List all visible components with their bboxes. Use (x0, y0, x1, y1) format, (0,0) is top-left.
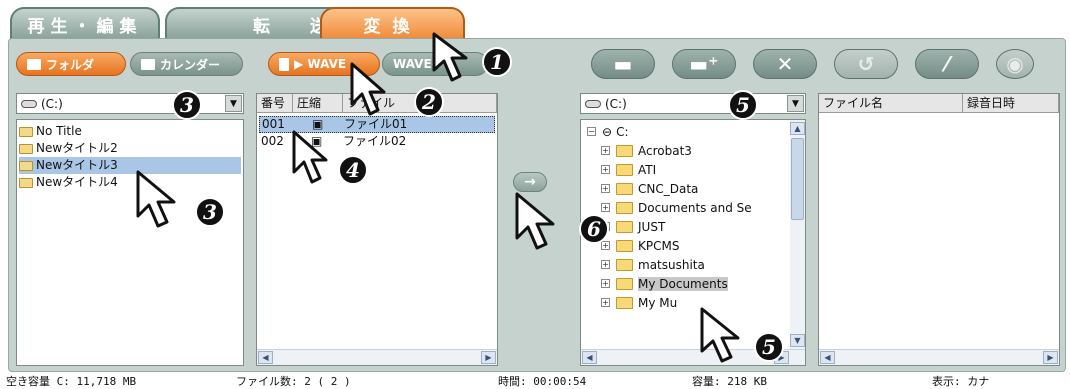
time: 時間: 00:00:54 (498, 375, 587, 388)
dest-list-header: ファイル名 録音日時 (819, 94, 1059, 113)
folder-icon (19, 177, 33, 188)
expand-icon[interactable]: + (601, 165, 610, 174)
expand-icon[interactable]: + (601, 184, 610, 193)
pointer-cursor-icon (350, 62, 386, 116)
drive-icon (585, 99, 601, 108)
col-compression[interactable]: 圧縮 (293, 94, 343, 112)
marker-5-second: 5 (754, 332, 784, 362)
file-icon (279, 57, 289, 71)
tree-vscroll[interactable]: ▲ ▼ (790, 120, 805, 349)
left-drive-select[interactable]: (C:) ▼ (16, 93, 244, 114)
calendar-icon (141, 58, 155, 70)
delete-icon[interactable]: ✕ (753, 49, 817, 79)
scroll-left-icon[interactable]: ◀ (258, 351, 273, 364)
folder-item[interactable]: Newタイトル4 (19, 174, 241, 191)
expand-icon[interactable]: + (601, 241, 610, 250)
tree-item[interactable]: + CNC_Data (601, 179, 787, 198)
scroll-down-icon[interactable]: ▼ (790, 334, 805, 347)
col-number[interactable]: 番号 (257, 94, 293, 112)
pointer-cursor-icon (432, 32, 468, 82)
dropdown-arrow-icon[interactable]: ▼ (225, 95, 242, 112)
scroll-up-icon[interactable]: ▲ (790, 122, 805, 135)
tree-drive-select[interactable]: (C:) ▼ (580, 93, 806, 114)
collapse-icon[interactable]: − (587, 127, 596, 136)
dest-file-list[interactable]: ファイル名 録音日時 ◀ ▶ (818, 93, 1060, 366)
marker-3-second: 3 (195, 197, 225, 227)
folder-icon (616, 163, 633, 176)
pointer-cursor-icon (700, 307, 740, 363)
folder-icon (19, 160, 33, 171)
expand-icon[interactable]: + (601, 279, 610, 288)
expand-icon[interactable]: + (601, 146, 610, 155)
expand-icon[interactable]: + (601, 298, 610, 307)
tree-item-highlighted[interactable]: + My Documents (601, 274, 787, 293)
folder-icon (616, 220, 633, 233)
folder-item[interactable]: Newタイトル2 (19, 140, 241, 157)
folder-icon (19, 143, 33, 154)
drive-icon: ⊖ (602, 124, 613, 139)
folder-item[interactable]: No Title (19, 123, 241, 140)
folder-item-selected[interactable]: Newタイトル3 (19, 157, 241, 174)
folder-d-icon[interactable]: ▬ (591, 49, 655, 79)
dest-hscroll[interactable]: ◀ ▶ (819, 349, 1059, 365)
tree-item[interactable]: + Documents and Se (601, 198, 787, 217)
disc-icon[interactable]: ◉ (996, 49, 1034, 79)
folder-icon (19, 126, 33, 137)
scroll-right-icon[interactable]: ▶ (1043, 351, 1058, 364)
marker-4: 4 (338, 155, 368, 185)
folder-view-button[interactable]: フォルダ (16, 52, 126, 76)
marker-6: 6 (579, 214, 609, 244)
pointer-cursor-icon (515, 192, 555, 250)
marker-5: 5 (728, 90, 758, 120)
calendar-view-button[interactable]: カレンダー (130, 52, 243, 76)
col-record-date[interactable]: 録音日時 (963, 94, 1059, 112)
capacity: 容量: 218 KB (692, 375, 767, 388)
tree-item[interactable]: +JUST (601, 217, 787, 236)
tree-root[interactable]: − ⊖ C: (587, 122, 787, 141)
folder-icon (616, 144, 633, 157)
rename-icon[interactable]: ⁄ (915, 49, 979, 79)
dropdown-arrow-icon[interactable]: ▼ (787, 95, 804, 112)
folder-tree[interactable]: − ⊖ C: + Acrobat3 + ATI + CNC_Data + Documents… (580, 119, 806, 366)
expand-icon[interactable]: + (601, 260, 610, 269)
file-count: ファイル数: 2 ( 2 ) (236, 375, 351, 388)
marker-2: 2 (414, 87, 444, 117)
tab-play-edit[interactable]: 再生・編集 (10, 7, 160, 39)
tree-item[interactable]: + Acrobat3 (601, 141, 787, 160)
free-space: 空き容量 C: 11,718 MB (6, 375, 137, 388)
scroll-left-icon[interactable]: ◀ (820, 351, 835, 364)
folder-icon (616, 258, 633, 271)
folder-icon (616, 201, 633, 214)
expand-icon[interactable]: + (601, 203, 610, 212)
folder-list[interactable]: No Title Newタイトル2 Newタイトル3 Newタイトル4 (16, 119, 244, 366)
tree-item[interactable]: + My Mu (601, 293, 787, 312)
folder-icon (616, 296, 633, 309)
status-bar: 空き容量 C: 11,718 MB ファイル数: 2 ( 2 ) 時間: 00:… (0, 374, 1070, 388)
marker-3: 3 (172, 90, 202, 120)
undo-icon[interactable]: ↺ (834, 49, 898, 79)
folder-icon (616, 182, 633, 195)
col-filename[interactable]: ファイル名 (819, 94, 963, 112)
scroll-left-icon[interactable]: ◀ (582, 351, 597, 364)
tree-item[interactable]: + ATI (601, 160, 787, 179)
drive-icon (21, 99, 37, 108)
new-folder-icon[interactable]: ▬⁺ (672, 49, 736, 79)
tree-item[interactable]: + matsushita (601, 255, 787, 274)
folder-icon (616, 239, 633, 252)
pointer-cursor-icon (136, 170, 176, 228)
folder-icon (616, 277, 633, 290)
transfer-button[interactable]: → (513, 172, 547, 192)
folder-icon (27, 58, 41, 70)
scroll-right-icon[interactable]: ▶ (481, 351, 496, 364)
pointer-cursor-icon (292, 130, 328, 184)
marker-1: 1 (482, 47, 512, 77)
display-mode: 表示: カナ (932, 375, 990, 388)
tree-item[interactable]: + KPCMS (601, 236, 787, 255)
file-list-hscroll[interactable]: ◀ ▶ (257, 349, 497, 365)
scroll-thumb[interactable] (791, 138, 804, 220)
